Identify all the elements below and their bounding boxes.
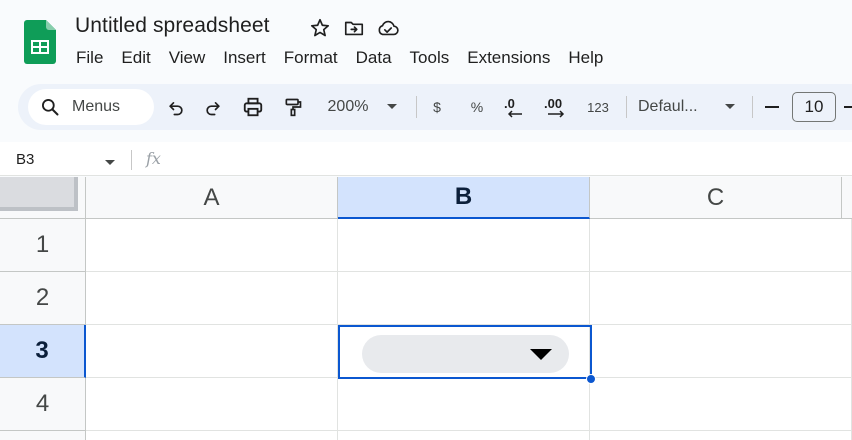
move-to-folder-icon[interactable] — [342, 16, 366, 40]
font-chevron-down-icon[interactable] — [722, 95, 738, 119]
toolbar: Menus 200% $ % .0 .00 123 Defaul... 10 — [18, 84, 852, 130]
zoom-select[interactable]: 200% — [322, 95, 374, 119]
cell-c2[interactable] — [590, 272, 852, 325]
column-header-d[interactable] — [842, 177, 852, 219]
row-header-1[interactable]: 1 — [0, 219, 86, 272]
formula-divider — [131, 150, 132, 170]
more-formats-button[interactable]: 123 — [584, 95, 612, 119]
font-size-input[interactable]: 10 — [792, 92, 836, 122]
menu-insert[interactable]: Insert — [214, 46, 275, 70]
row-header-4[interactable]: 4 — [0, 378, 86, 431]
cell-c4[interactable] — [590, 378, 852, 431]
paint-format-icon[interactable] — [281, 95, 305, 119]
cell-c5[interactable] — [590, 431, 852, 440]
minus-icon[interactable] — [762, 95, 782, 119]
document-title[interactable]: Untitled spreadsheet — [75, 14, 270, 38]
menu-edit[interactable]: Edit — [112, 46, 159, 70]
search-icon — [40, 97, 60, 117]
toolbar-divider — [752, 96, 753, 118]
fill-handle[interactable] — [586, 374, 596, 384]
fx-icon: fx — [146, 149, 161, 168]
cell-a1[interactable] — [86, 219, 338, 272]
print-icon[interactable] — [241, 95, 265, 119]
menu-help[interactable]: Help — [559, 46, 612, 70]
sheet-grid: A B C 1 2 3 4 — [0, 177, 852, 440]
title-bar: Untitled spreadsheet File Edit View Inse… — [0, 0, 852, 80]
font-family-select[interactable]: Defaul... — [638, 95, 712, 119]
currency-format-button[interactable]: $ — [426, 95, 448, 119]
cell-b5[interactable] — [338, 431, 590, 440]
name-box[interactable]: B3 — [16, 151, 34, 168]
chevron-down-icon[interactable] — [384, 95, 400, 119]
row-header-2[interactable]: 2 — [0, 272, 86, 325]
plus-icon[interactable] — [844, 95, 852, 119]
decrease-decimal-button[interactable]: .0 — [504, 95, 532, 119]
undo-icon[interactable] — [164, 95, 188, 119]
cell-b2[interactable] — [338, 272, 590, 325]
formula-bar: B3 fx — [0, 142, 852, 176]
search-menus-label: Menus — [72, 98, 121, 115]
frozen-handle[interactable] — [0, 177, 78, 211]
sheets-logo-icon[interactable] — [24, 20, 56, 64]
search-menus-button[interactable]: Menus — [28, 89, 154, 125]
cell-a2[interactable] — [86, 272, 338, 325]
column-header-b[interactable]: B — [338, 177, 590, 219]
star-icon[interactable] — [308, 16, 332, 40]
increase-decimal-button[interactable]: .00 — [544, 95, 576, 119]
menu-view[interactable]: View — [160, 46, 215, 70]
menubar: File Edit View Insert Format Data Tools … — [67, 46, 612, 70]
row-header-5[interactable] — [0, 431, 86, 440]
row-header-3[interactable]: 3 — [0, 325, 86, 378]
decrease-decimal-label: .0 — [504, 95, 515, 111]
increase-decimal-label: .00 — [544, 95, 563, 111]
column-header-a[interactable]: A — [86, 177, 338, 219]
cloud-saved-icon[interactable] — [376, 16, 400, 40]
active-cell-border — [338, 325, 592, 379]
menu-data[interactable]: Data — [347, 46, 401, 70]
cell-c1[interactable] — [590, 219, 852, 272]
cell-b4[interactable] — [338, 378, 590, 431]
cell-a5[interactable] — [86, 431, 338, 440]
arrow-left-icon — [507, 109, 522, 118]
toolbar-divider — [626, 96, 627, 118]
cell-b1[interactable] — [338, 219, 590, 272]
toolbar-divider — [416, 96, 417, 118]
menu-file[interactable]: File — [67, 46, 112, 70]
menu-tools[interactable]: Tools — [401, 46, 459, 70]
cell-a3[interactable] — [86, 325, 338, 378]
column-header-c[interactable]: C — [590, 177, 842, 219]
percent-format-button[interactable]: % — [466, 95, 488, 119]
redo-icon[interactable] — [201, 95, 225, 119]
select-all-corner[interactable] — [0, 177, 86, 219]
cell-c3[interactable] — [590, 325, 852, 378]
arrow-right-icon — [548, 109, 565, 118]
menu-format[interactable]: Format — [275, 46, 347, 70]
menu-extensions[interactable]: Extensions — [458, 46, 559, 70]
name-box-chevron-down-icon[interactable] — [104, 154, 116, 172]
cell-a4[interactable] — [86, 378, 338, 431]
